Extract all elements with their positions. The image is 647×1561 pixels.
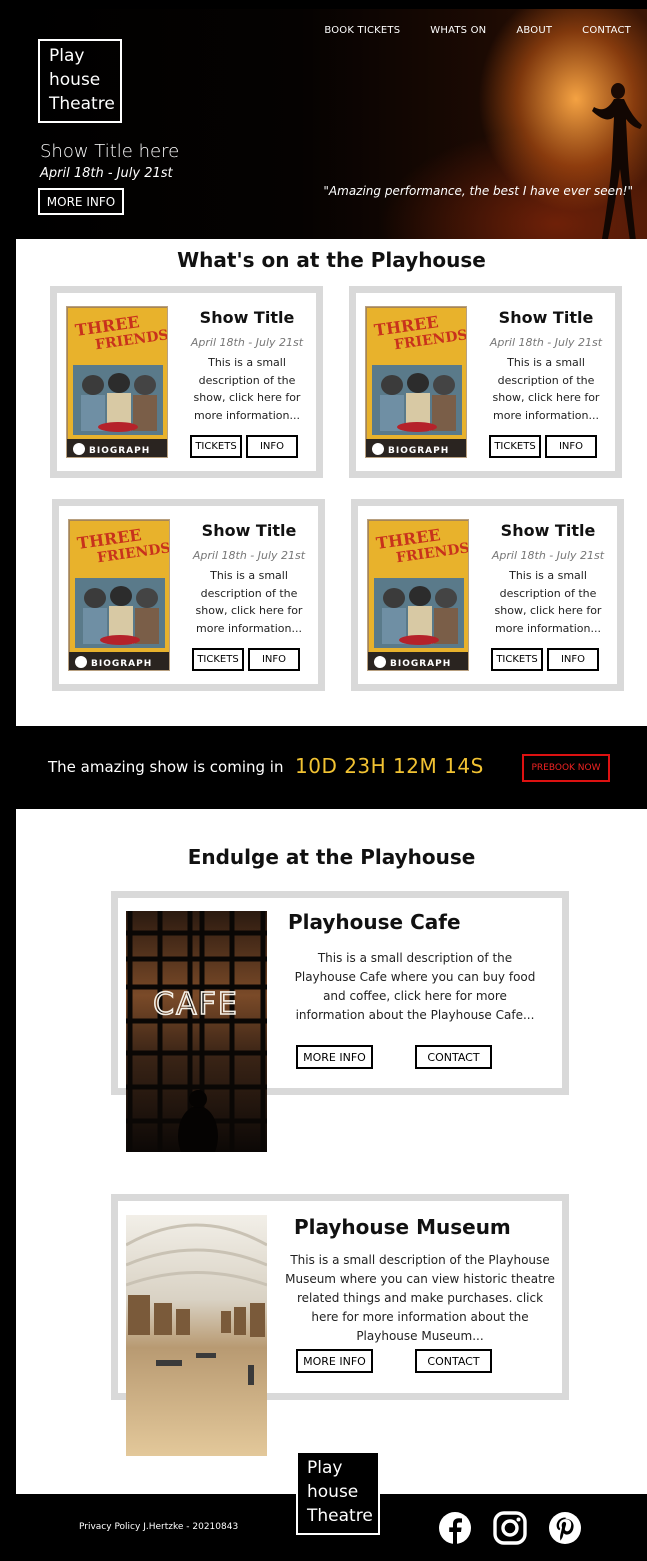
footer-logo[interactable]: Play house Theatre — [296, 1451, 380, 1535]
hero-more-info-button[interactable]: MORE INFO — [38, 188, 124, 215]
info-button[interactable]: INFO — [545, 435, 597, 458]
cafe-image[interactable]: CAFE — [126, 911, 267, 1152]
logo-line: Play — [307, 1458, 343, 1478]
show-description: This is a small description of the show,… — [195, 569, 303, 635]
logo[interactable]: Play house Theatre — [38, 39, 122, 123]
show-card-details: Show Title April 18th - July 21st This i… — [482, 306, 610, 424]
poster-brand: BIOGRAPH — [91, 659, 152, 669]
show-poster[interactable]: THREE FRIENDS BIOGRAPH — [68, 519, 170, 671]
cafe-contact-button[interactable]: CONTACT — [415, 1045, 492, 1069]
venue-title-museum: Playhouse Museum — [294, 1215, 511, 1239]
museum-more-info-button[interactable]: MORE INFO — [296, 1349, 373, 1373]
show-dates: April 18th - July 21st — [489, 336, 603, 349]
show-card: THREE FRIENDS BIOGRAPH Show Title April … — [351, 499, 624, 691]
poster-brand: BIOGRAPH — [388, 446, 449, 456]
info-button[interactable]: INFO — [246, 435, 298, 458]
countdown-banner: The amazing show is coming in 10D 23H 12… — [16, 726, 647, 809]
show-poster[interactable]: THREE FRIENDS BIOGRAPH — [365, 306, 467, 458]
show-card-buttons: TICKETS INFO — [190, 435, 298, 458]
logo-line: Play — [49, 46, 85, 66]
whats-on-section: What's on at the Playhouse THREE FRIENDS — [16, 239, 647, 726]
show-description: This is a small description of the show,… — [492, 356, 600, 422]
cafe-more-info-button[interactable]: MORE INFO — [296, 1045, 373, 1069]
countdown-text: The amazing show is coming in — [48, 758, 284, 776]
prebook-now-button[interactable]: PREBOOK NOW — [522, 754, 610, 782]
show-card: THREE FRIENDS BIOGRAPH Show Title April … — [52, 499, 325, 691]
show-dates: April 18th - July 21st — [491, 549, 605, 562]
show-dates: April 18th - July 21st — [192, 549, 306, 562]
show-dates: April 18th - July 21st — [190, 336, 304, 349]
venue-description-cafe: This is a small description of the Playh… — [294, 951, 536, 1022]
tickets-button[interactable]: TICKETS — [489, 435, 541, 458]
nav-whats-on[interactable]: WHATS ON — [430, 25, 486, 36]
poster-brand: BIOGRAPH — [89, 446, 150, 456]
logo-line: house — [49, 70, 101, 90]
show-card-buttons: TICKETS INFO — [489, 435, 597, 458]
show-card-buttons: TICKETS INFO — [192, 648, 300, 671]
facebook-icon[interactable] — [438, 1511, 472, 1545]
museum-image[interactable] — [126, 1215, 267, 1456]
privacy-policy-link[interactable]: Privacy Policy J.Hertzke - 20210843 — [79, 1522, 238, 1532]
show-title: Show Title — [500, 521, 596, 540]
museum-contact-button[interactable]: CONTACT — [415, 1349, 492, 1373]
hero-title: Show Title here — [40, 141, 180, 162]
show-card-details: Show Title April 18th - July 21st This i… — [185, 519, 313, 637]
show-card-buttons: TICKETS INFO — [491, 648, 599, 671]
venue-title-cafe: Playhouse Cafe — [288, 910, 461, 934]
dancer-silhouette — [592, 83, 642, 239]
nav-contact[interactable]: CONTACT — [582, 25, 631, 36]
show-card-details: Show Title April 18th - July 21st This i… — [484, 519, 612, 637]
endulge-heading: Endulge at the Playhouse — [187, 845, 476, 869]
whats-on-heading: What's on at the Playhouse — [177, 248, 486, 272]
cafe-sign-text: CAFE — [153, 987, 239, 1022]
page: Play house Theatre BOOK TICKETS WHATS ON… — [0, 0, 647, 1561]
show-description: This is a small description of the show,… — [193, 356, 301, 422]
hero-dates: April 18th - July 21st — [40, 166, 173, 181]
logo-line: house — [307, 1482, 359, 1502]
poster-brand: BIOGRAPH — [390, 659, 451, 669]
show-title: Show Title — [199, 308, 295, 327]
main-nav: BOOK TICKETS WHATS ON ABOUT CONTACT — [324, 25, 631, 36]
show-poster[interactable]: THREE FRIENDS BIOGRAPH — [66, 306, 168, 458]
tickets-button[interactable]: TICKETS — [190, 435, 242, 458]
nav-book-tickets[interactable]: BOOK TICKETS — [324, 25, 400, 36]
show-card-details: Show Title April 18th - July 21st This i… — [183, 306, 311, 424]
instagram-icon[interactable] — [493, 1511, 527, 1545]
show-description: This is a small description of the show,… — [494, 569, 602, 635]
show-title: Show Title — [201, 521, 297, 540]
tickets-button[interactable]: TICKETS — [491, 648, 543, 671]
endulge-section: Endulge at the Playhouse CAFE Playhouse … — [16, 809, 647, 1494]
logo-line: Theatre — [49, 94, 115, 114]
countdown-timer: 10D 23H 12M 14S — [295, 754, 484, 778]
pinterest-icon[interactable] — [548, 1511, 582, 1545]
info-button[interactable]: INFO — [248, 648, 300, 671]
tickets-button[interactable]: TICKETS — [192, 648, 244, 671]
nav-about[interactable]: ABOUT — [516, 25, 552, 36]
info-button[interactable]: INFO — [547, 648, 599, 671]
show-title: Show Title — [498, 308, 594, 327]
show-poster[interactable]: THREE FRIENDS BIOGRAPH — [367, 519, 469, 671]
logo-line: Theatre — [307, 1506, 373, 1526]
show-card: THREE FRIENDS BIOGRAPH Show Title April … — [50, 286, 323, 478]
hero-banner: Play house Theatre BOOK TICKETS WHATS ON… — [16, 9, 647, 239]
venue-description-museum: This is a small description of the Playh… — [285, 1253, 555, 1343]
show-card: THREE FRIENDS BIOGRAPH Show Title April … — [349, 286, 622, 478]
hero-quote: "Amazing performance, the best I have ev… — [323, 184, 633, 198]
